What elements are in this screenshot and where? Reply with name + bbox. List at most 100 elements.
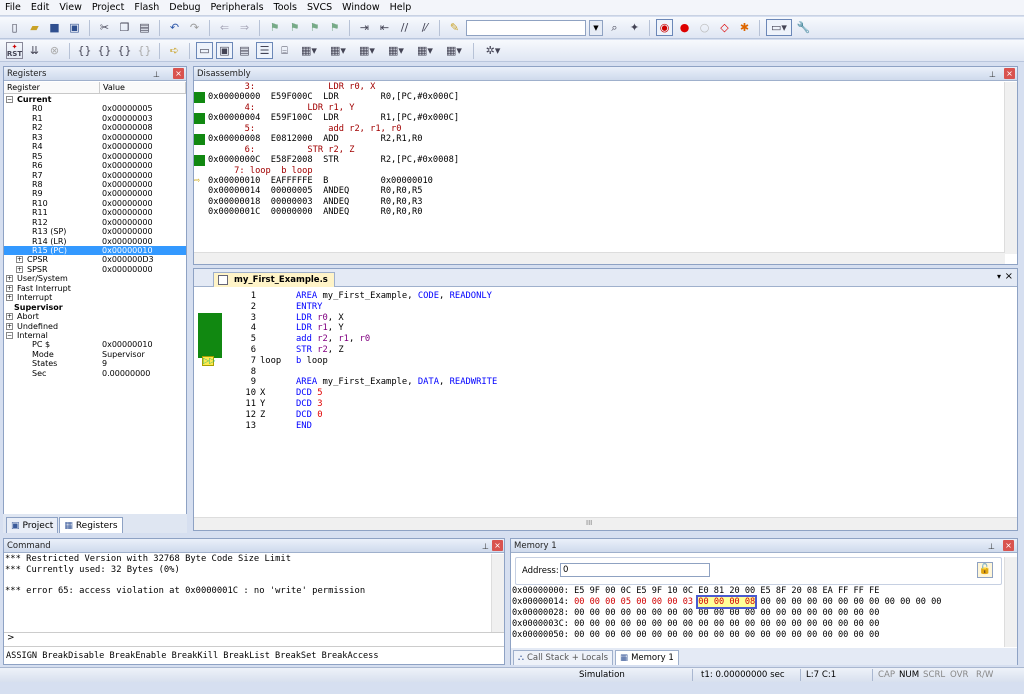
menu-peripherals[interactable]: Peripherals [206, 0, 269, 16]
register-row[interactable]: R6 0x00000000 [4, 161, 186, 170]
menu-help[interactable]: Help [385, 0, 417, 16]
register-row[interactable]: + Interrupt [4, 293, 186, 302]
code-line[interactable]: 13 END [234, 421, 311, 432]
code-line[interactable]: 5 add r2, r1, r0 [234, 334, 370, 345]
memory-row[interactable]: 0x00000014: 00 00 00 05 00 00 00 03 00 0… [512, 595, 992, 609]
cut-icon[interactable]: ✂ [96, 19, 113, 36]
code-line[interactable]: 1 AREA my_First_Example, CODE, READONLY [234, 291, 492, 302]
save-all-icon[interactable]: ▣ [66, 19, 83, 36]
call-stack-window-icon[interactable]: ⌸ [276, 42, 293, 59]
find-combo[interactable] [466, 19, 586, 36]
value-column-header[interactable]: Value [100, 82, 186, 93]
pin-icon[interactable]: ⊥ [153, 68, 160, 82]
undo-icon[interactable]: ↶ [166, 19, 183, 36]
register-row[interactable]: − Internal [4, 331, 186, 340]
register-column-header[interactable]: Register [4, 82, 100, 93]
tree-toggle-icon[interactable]: + [6, 284, 13, 292]
disassembly-line[interactable]: ⇨ 0x00000010 EAFFFFFE B 0x00000010 [194, 175, 1005, 186]
register-row[interactable]: R3 0x00000000 [4, 133, 186, 142]
bookmark-clear-icon[interactable]: ⚑ [326, 19, 343, 36]
register-row[interactable]: + User/System [4, 274, 186, 283]
register-row[interactable]: Mode Supervisor [4, 350, 186, 359]
disassembly-line[interactable]: 6: STR r2, Z [194, 145, 1005, 155]
code-line[interactable]: 10 X DCD 5 [234, 388, 322, 399]
find-icon[interactable]: ⌕ [606, 19, 623, 36]
register-row[interactable]: R4 0x00000000 [4, 142, 186, 151]
tree-toggle-icon[interactable]: + [6, 313, 13, 321]
serial-windows-icon[interactable]: ▦▾ [354, 42, 380, 59]
code-line[interactable]: 11 Y DCD 3 [234, 399, 322, 410]
tree-toggle-icon[interactable]: + [16, 256, 23, 264]
symbols-window-icon[interactable]: ▤ [236, 42, 253, 59]
register-row[interactable]: R0 0x00000005 [4, 104, 186, 113]
register-row[interactable]: + Fast Interrupt [4, 284, 186, 293]
code-line[interactable]: 12 Z DCD 0 [234, 410, 322, 421]
breakpoint-icon[interactable]: ● [676, 19, 693, 36]
close-icon[interactable]: × [173, 68, 184, 79]
watch-windows-icon[interactable]: ▦▾ [296, 42, 322, 59]
editor-code-area[interactable]: ▷▷ 1 AREA my_First_Example, CODE, READONL… [194, 288, 1017, 518]
code-line[interactable]: 7 loop b loop [234, 356, 328, 367]
uncomment-icon[interactable]: /⁄ [416, 19, 433, 36]
analysis-windows-icon[interactable]: ▦▾ [383, 42, 409, 59]
menu-file[interactable]: File [0, 0, 26, 16]
show-next-statement-icon[interactable]: ➪ [166, 42, 183, 59]
editor-tab[interactable]: my_First_Example.s [213, 272, 335, 287]
disassembly-window-icon[interactable]: ▣ [216, 42, 233, 59]
lock-icon[interactable]: 🔓 [977, 562, 993, 578]
disassembly-vscrollbar[interactable] [1004, 82, 1017, 254]
reset-icon[interactable]: ✦ RST [6, 42, 23, 59]
window-layout-icon[interactable]: ▭▾ [766, 19, 792, 36]
code-line[interactable]: 9 AREA my_First_Example, DATA, READWRITE [234, 377, 498, 388]
menu-flash[interactable]: Flash [129, 0, 164, 16]
pin-icon[interactable]: ⊥ [989, 68, 996, 82]
tab-call-stack-locals[interactable]: ⛬ Call Stack + Locals [513, 650, 614, 665]
register-row[interactable]: + CPSR 0x000000D3 [4, 255, 186, 264]
paste-icon[interactable]: ▤ [136, 19, 153, 36]
register-row[interactable]: R8 0x00000000 [4, 180, 186, 189]
menu-window[interactable]: Window [337, 0, 384, 16]
close-icon[interactable]: × [1003, 540, 1014, 551]
menu-svcs[interactable]: SVCS [302, 0, 337, 16]
register-row[interactable]: States 9 [4, 359, 186, 368]
tree-toggle-icon[interactable]: + [6, 294, 13, 302]
register-row[interactable]: R5 0x00000000 [4, 152, 186, 161]
comment-icon[interactable]: // [396, 19, 413, 36]
register-row[interactable]: R11 0x00000000 [4, 208, 186, 217]
tree-toggle-icon[interactable]: + [16, 265, 23, 273]
disassembly-line[interactable]: 0x00000018 00000003 ANDEQ R0,R0,R3 [194, 197, 1005, 207]
memory-row[interactable]: 0x00000028: 00 00 00 00 00 00 00 00 00 0… [512, 608, 992, 619]
register-row[interactable]: R2 0x00000008 [4, 123, 186, 132]
disassembly-line[interactable]: 3: LDR r0, X [194, 82, 1005, 92]
memory-row[interactable]: 0x00000050: 00 00 00 00 00 00 00 00 00 0… [512, 630, 992, 641]
disassembly-line[interactable]: 4: LDR r1, Y [194, 103, 1005, 113]
register-row[interactable]: − Current [4, 95, 186, 104]
stop-icon[interactable]: ⊗ [46, 42, 63, 59]
trace-windows-icon[interactable]: ▦▾ [412, 42, 438, 59]
bookmark-icon[interactable]: ⚑ [266, 19, 283, 36]
memory-dump[interactable]: 0x00000000: E5 9F 00 0C E5 9F 10 0C E0 8… [512, 586, 992, 642]
memory-row[interactable]: 0x0000003C: 00 00 00 00 00 00 00 00 00 0… [512, 619, 992, 630]
menu-debug[interactable]: Debug [164, 0, 205, 16]
disassembly-hscrollbar[interactable] [194, 252, 1005, 264]
tree-toggle-icon[interactable]: − [6, 96, 13, 103]
menu-edit[interactable]: Edit [26, 0, 54, 16]
memory-bytes-highlight[interactable]: 00 00 00 08 [696, 595, 758, 609]
disassembly-line[interactable]: 0x00000008 E0812000 ADD R2,R1,R0 [194, 134, 1005, 145]
step-into-icon[interactable]: {} [76, 42, 93, 59]
new-file-icon[interactable]: ▯ [6, 19, 23, 36]
disassembly-line[interactable]: 0x00000000 E59F000C LDR R0,[PC,#0x000C] [194, 92, 1005, 103]
toolbox-icon[interactable]: ✲▾ [480, 42, 506, 59]
tree-toggle-icon[interactable]: − [6, 331, 13, 339]
command-input[interactable]: > [4, 632, 504, 645]
disassembly-listing[interactable]: 3: LDR r0, X 0x00000000 E59F000C LDR R0,[… [194, 82, 1005, 254]
chevron-down-icon[interactable]: ▼ [589, 19, 603, 36]
disassembly-line[interactable]: 0x0000000C E58F2008 STR R2,[PC,#0x0008] [194, 155, 1005, 166]
scroll-thumb-grip[interactable]: III [586, 519, 592, 527]
register-row[interactable]: + SPSR 0x00000000 [4, 265, 186, 274]
debug-session-icon[interactable]: ◉ [656, 19, 673, 36]
register-row[interactable]: R10 0x00000000 [4, 199, 186, 208]
menu-project[interactable]: Project [87, 0, 130, 16]
find-in-files-icon[interactable]: ✎ [446, 19, 463, 36]
run-to-cursor-icon[interactable]: {} [136, 42, 153, 59]
